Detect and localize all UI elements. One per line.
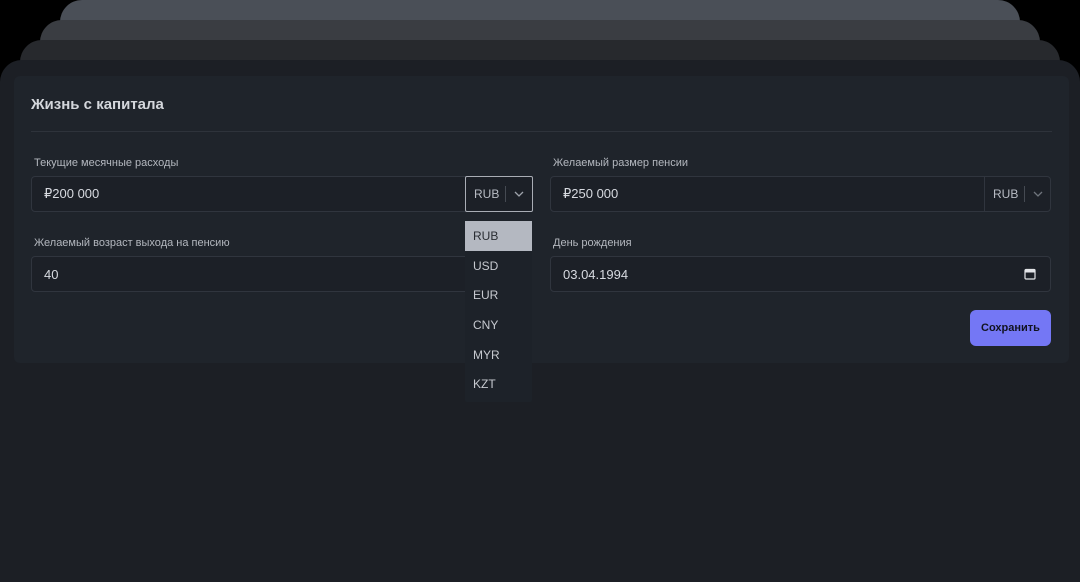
retirement-age-field[interactable]: 40: [31, 256, 471, 292]
pension-currency-value: RUB: [993, 187, 1019, 201]
birthday-value: 03.04.1994: [563, 266, 629, 282]
expenses-label: Текущие месячные расходы: [34, 157, 179, 169]
birthday-field[interactable]: 03.04.1994: [550, 256, 1051, 292]
currency-option-kzt[interactable]: KZT: [465, 369, 532, 399]
expenses-value: ₽200 000: [44, 186, 100, 201]
title-divider: [31, 131, 1052, 132]
modal-sheet: Жизнь с капитала Текущие месячные расход…: [0, 60, 1080, 582]
currency-option-rub[interactable]: RUB: [465, 221, 532, 251]
retirement-age-label: Желаемый возраст выхода на пенсию: [34, 237, 230, 249]
expenses-currency-value: RUB: [474, 187, 500, 201]
capital-life-card: Жизнь с капитала Текущие месячные расход…: [14, 76, 1069, 363]
chevron-down-icon[interactable]: [1025, 191, 1051, 197]
expenses-currency-select[interactable]: RUB: [465, 176, 533, 212]
card-title: Жизнь с капитала: [31, 96, 164, 113]
pension-label: Желаемый размер пенсии: [553, 157, 689, 169]
pension-value: ₽250 000: [563, 186, 619, 201]
currency-option-usd[interactable]: USD: [465, 251, 532, 281]
currency-option-cny[interactable]: CNY: [465, 310, 532, 340]
retirement-age-value: 40: [44, 266, 59, 282]
save-button[interactable]: Сохранить: [970, 310, 1051, 346]
birthday-label: День рождения: [553, 237, 632, 249]
pension-field[interactable]: ₽250 000 RUB: [550, 176, 1051, 212]
pension-currency-select[interactable]: RUB: [984, 176, 1051, 212]
currency-option-myr[interactable]: MYR: [465, 340, 532, 370]
currency-dropdown: RUB USD EUR CNY MYR KZT: [465, 221, 532, 402]
expenses-field[interactable]: ₽200 000 RUB: [31, 176, 533, 212]
chevron-down-icon[interactable]: [506, 191, 532, 197]
calendar-icon[interactable]: [1018, 268, 1042, 280]
currency-option-eur[interactable]: EUR: [465, 280, 532, 310]
